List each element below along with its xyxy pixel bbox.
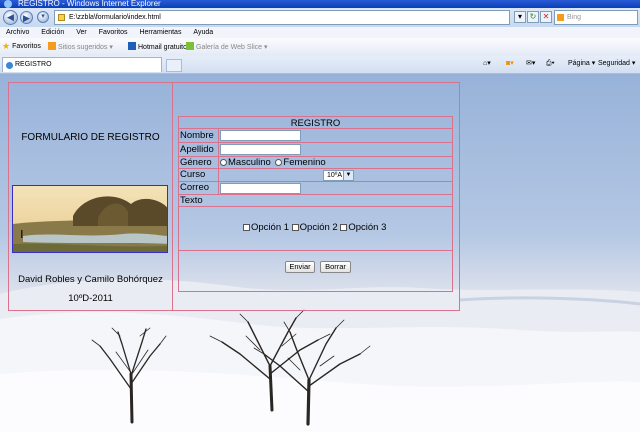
cell-divider bbox=[218, 157, 219, 168]
fav-sitios-label: Sitios sugeridos ▾ bbox=[58, 44, 113, 51]
curso-row: Curso 10ºA ▼ bbox=[179, 169, 452, 182]
page-menu[interactable]: Página ▾ bbox=[568, 59, 595, 69]
address-url: E:\zzbla\formulario\index.html bbox=[69, 14, 161, 21]
nombre-row: Nombre bbox=[179, 129, 452, 143]
authors-text: David Robles y Camilo Bohórquez bbox=[18, 274, 163, 285]
mail-icon[interactable]: ✉▾ bbox=[526, 59, 535, 69]
address-input[interactable]: E:\zzbla\formulario\index.html bbox=[54, 10, 510, 25]
ie-page-icon bbox=[6, 62, 13, 69]
apellido-input[interactable] bbox=[220, 144, 301, 155]
window-titlebar: REGISTRO - Windows Internet Explorer bbox=[0, 0, 640, 8]
masculino-label: Masculino bbox=[228, 157, 271, 168]
fav-sitios-sugeridos[interactable]: Sitios sugeridos ▾ bbox=[48, 42, 113, 53]
texto-label: Texto bbox=[180, 195, 203, 206]
page-content: FORMULARIO DE REGISTRO David Robles y Ca… bbox=[0, 74, 640, 432]
safety-menu[interactable]: Seguridad ▾ bbox=[598, 59, 635, 69]
menu-archivo[interactable]: Archivo bbox=[6, 27, 29, 38]
search-placeholder: Bing bbox=[567, 14, 582, 21]
fav-web-slice-label: Galería de Web Slice ▾ bbox=[196, 44, 268, 51]
options-group: Opción 1 Opción 2 Opción 3 bbox=[243, 222, 386, 233]
chevron-down-icon: ▼ bbox=[343, 171, 353, 180]
menu-edicion[interactable]: Edición bbox=[41, 27, 64, 38]
refresh-icon[interactable]: ↻ bbox=[527, 11, 539, 23]
tab-registro[interactable]: REGISTRO bbox=[2, 57, 162, 72]
nombre-input[interactable] bbox=[220, 130, 301, 141]
opcion2-label: Opción 2 bbox=[299, 222, 338, 233]
search-input[interactable]: Bing bbox=[554, 10, 638, 25]
opcion2-checkbox[interactable] bbox=[291, 224, 299, 231]
window-title: REGISTRO - Windows Internet Explorer bbox=[18, 0, 161, 8]
right-column: REGISTRO Nombre Apellido Género Masculin… bbox=[172, 83, 459, 310]
stop-icon[interactable]: ✕ bbox=[540, 11, 552, 23]
genero-row: Género Masculino Femenino bbox=[179, 157, 452, 169]
page-icon bbox=[58, 14, 65, 21]
menu-favoritos[interactable]: Favoritos bbox=[99, 27, 128, 38]
menu-ver[interactable]: Ver bbox=[76, 27, 87, 38]
texto-row: Texto bbox=[179, 195, 452, 207]
curso-select[interactable]: 10ºA ▼ bbox=[323, 170, 354, 181]
ie-logo-icon bbox=[4, 0, 12, 8]
tab-label: REGISTRO bbox=[15, 61, 52, 68]
favorites-button[interactable]: ★ Favoritos bbox=[2, 42, 41, 52]
new-tab-button[interactable] bbox=[166, 59, 182, 72]
nombre-label: Nombre bbox=[180, 130, 214, 141]
menu-bar: Archivo Edición Ver Favoritos Herramient… bbox=[0, 27, 640, 38]
apellido-label: Apellido bbox=[180, 144, 214, 155]
opcion3-label: Opción 3 bbox=[348, 222, 387, 233]
fav-hotmail-label: Hotmail gratuito bbox=[138, 44, 188, 51]
msn-icon bbox=[128, 42, 136, 50]
apellido-row: Apellido bbox=[179, 143, 452, 157]
form-heading: FORMULARIO DE REGISTRO bbox=[21, 132, 160, 143]
home-icon[interactable]: ⌂▾ bbox=[483, 59, 491, 69]
femenino-label: Femenino bbox=[283, 157, 326, 168]
form-title: REGISTRO bbox=[290, 118, 341, 129]
dropdown-history-button[interactable]: ▾ bbox=[37, 11, 49, 23]
curso-selected-value: 10ºA bbox=[327, 172, 343, 179]
opcion1-checkbox[interactable] bbox=[243, 224, 250, 231]
feeds-icon[interactable]: ◙▾ bbox=[506, 59, 514, 69]
genero-label: Género bbox=[180, 157, 212, 168]
cell-divider bbox=[218, 129, 219, 142]
cell-divider bbox=[218, 182, 219, 194]
favorites-label: Favoritos bbox=[12, 43, 41, 50]
cell-divider bbox=[218, 169, 219, 181]
correo-input[interactable] bbox=[220, 183, 301, 194]
forward-button[interactable]: ▶ bbox=[20, 11, 33, 24]
favorites-bar: ★ Favoritos Sitios sugeridos ▾ Hotmail gr… bbox=[0, 38, 640, 57]
enviar-button[interactable]: Enviar bbox=[285, 261, 315, 273]
landscape-painting-image bbox=[12, 185, 168, 253]
page-layout-table: FORMULARIO DE REGISTRO David Robles y Ca… bbox=[8, 82, 460, 311]
print-icon[interactable]: ⎙▾ bbox=[546, 59, 555, 69]
address-dropdown-button[interactable]: ▾ bbox=[514, 11, 526, 23]
correo-row: Correo bbox=[179, 182, 452, 195]
femenino-radio[interactable] bbox=[275, 159, 283, 166]
masculino-radio[interactable] bbox=[220, 159, 227, 166]
menu-herramientas[interactable]: Herramientas bbox=[139, 27, 181, 38]
cell-divider bbox=[218, 143, 219, 156]
star-icon: ★ bbox=[2, 41, 11, 51]
borrar-button[interactable]: Borrar bbox=[320, 261, 351, 273]
back-button[interactable]: ◀ bbox=[3, 10, 18, 25]
form-title-row: REGISTRO bbox=[179, 117, 452, 129]
registro-form: REGISTRO Nombre Apellido Género Masculin… bbox=[178, 116, 453, 292]
fav-web-slice[interactable]: Galería de Web Slice ▾ bbox=[186, 42, 267, 53]
feed-icon bbox=[48, 42, 56, 50]
address-bar: ◀ ▶ ▾ E:\zzbla\formulario\index.html ▾ ↻… bbox=[0, 8, 640, 27]
gender-options: Masculino Femenino bbox=[220, 157, 326, 168]
fav-hotmail[interactable]: Hotmail gratuito bbox=[128, 42, 187, 53]
curso-label: Curso bbox=[180, 169, 206, 180]
web-slice-icon bbox=[186, 42, 194, 50]
menu-ayuda[interactable]: Ayuda bbox=[193, 27, 213, 38]
tab-row: REGISTRO ⌂▾ ◙▾ ✉▾ ⎙▾ Página ▾ Seguridad … bbox=[0, 56, 640, 74]
correo-label: Correo bbox=[180, 182, 210, 193]
bing-icon bbox=[557, 14, 564, 21]
options-row: Opción 1 Opción 2 Opción 3 bbox=[179, 207, 452, 251]
opcion1-label: Opción 1 bbox=[251, 222, 290, 233]
opcion3-checkbox[interactable] bbox=[340, 224, 348, 231]
date-text: 10ºD-2011 bbox=[68, 293, 113, 304]
left-column: FORMULARIO DE REGISTRO David Robles y Ca… bbox=[9, 83, 173, 310]
